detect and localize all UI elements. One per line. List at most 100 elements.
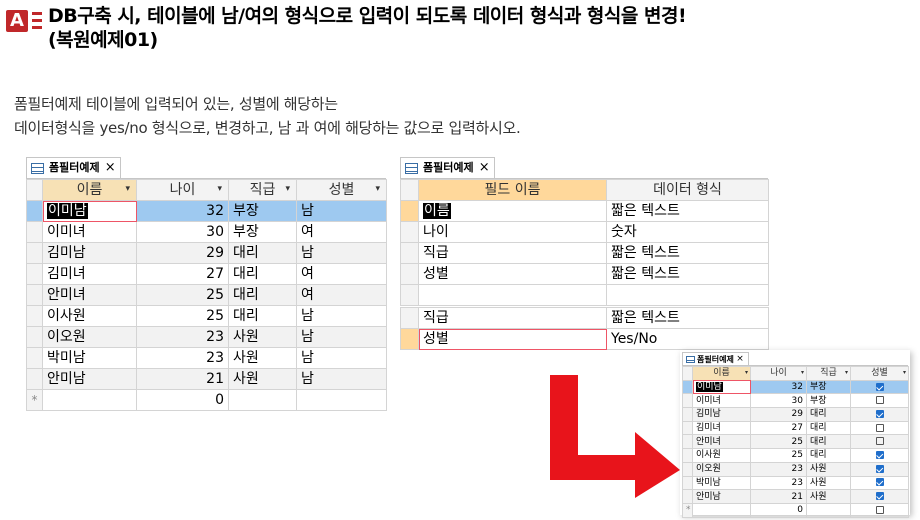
cell-rank[interactable]: 부장	[806, 379, 851, 395]
cell-rank[interactable]: 대리	[228, 305, 297, 327]
row-selector[interactable]	[400, 263, 419, 285]
field-name-cell[interactable]: 직급	[418, 307, 607, 329]
close-icon[interactable]: ×	[479, 158, 490, 178]
checkbox-checked-icon[interactable]	[875, 492, 884, 501]
cell-age[interactable]: 23	[750, 461, 807, 477]
checkbox-unchecked-icon[interactable]	[875, 505, 884, 514]
data-type-cell[interactable]: 숫자	[606, 221, 769, 243]
cell-rank[interactable]: 사원	[806, 461, 851, 477]
table-row[interactable]: 안미녀 25 대리	[682, 434, 909, 450]
cell-rank[interactable]: 대리	[228, 263, 297, 285]
cell-name[interactable]: 안미녀	[42, 284, 137, 306]
cell-age[interactable]: 21	[750, 489, 807, 504]
row-selector[interactable]	[400, 221, 419, 243]
cell-name[interactable]: 이미녀	[42, 221, 137, 243]
column-header-rank[interactable]: 직급 ▾	[228, 179, 297, 201]
cell-rank[interactable]: 대리	[228, 242, 297, 264]
table-row[interactable]: 이사원 25 대리 남	[26, 305, 387, 327]
cell-gender[interactable]	[296, 389, 387, 411]
cell-name[interactable]: 박미남	[692, 475, 751, 491]
cell-rank[interactable]	[806, 502, 851, 518]
field-row[interactable]: 성별 Yes/No	[400, 328, 769, 350]
table-row[interactable]: 이사원 25 대리	[682, 448, 909, 463]
cell-name[interactable]: 안미남	[692, 489, 751, 504]
cell-rank[interactable]: 사원	[806, 475, 851, 491]
cell-rank[interactable]: 대리	[806, 434, 851, 450]
data-type-cell[interactable]: Yes/No	[606, 328, 769, 350]
cell-gender[interactable]	[850, 407, 909, 422]
cell-rank[interactable]: 부장	[806, 393, 851, 409]
cell-age[interactable]: 25	[136, 305, 229, 327]
cell-rank[interactable]: 사원	[806, 489, 851, 504]
row-selector[interactable]	[400, 307, 419, 329]
field-row[interactable]: 성별 짧은 텍스트	[400, 263, 769, 285]
cell-age[interactable]: 27	[750, 420, 807, 436]
field-name-cell[interactable]: 나이	[418, 221, 607, 243]
data-type-cell[interactable]: 짧은 텍스트	[606, 263, 769, 285]
checkbox-checked-icon[interactable]	[875, 464, 884, 473]
checkbox-checked-icon[interactable]	[875, 382, 884, 391]
tab-formfilter-datasheet[interactable]: 폼필터예제 ×	[26, 157, 121, 179]
table-row[interactable]: 안미남 21 사원	[682, 489, 909, 504]
field-name-cell[interactable]: 직급	[418, 242, 607, 264]
cell-age[interactable]: 30	[750, 393, 807, 409]
column-header-rank[interactable]: 직급 ▾	[806, 366, 851, 381]
cell-age[interactable]: 29	[136, 242, 229, 264]
row-selector[interactable]	[400, 242, 419, 264]
cell-age[interactable]: 23	[136, 347, 229, 369]
cell-name[interactable]: 안미남	[42, 368, 137, 390]
cell-name[interactable]: 김미남	[692, 407, 751, 422]
cell-name[interactable]	[692, 502, 751, 518]
cell-name[interactable]: 안미녀	[692, 434, 751, 450]
cell-rank[interactable]	[228, 389, 297, 411]
table-row[interactable]: 이미남 32 부장 남	[26, 200, 387, 222]
table-row[interactable]: 박미남 23 사원 남	[26, 347, 387, 369]
cell-age[interactable]: 25	[750, 448, 807, 463]
cell-age[interactable]: 23	[750, 475, 807, 491]
row-selector[interactable]	[26, 221, 43, 243]
cell-gender[interactable]: 여	[296, 284, 387, 306]
cell-gender[interactable]	[850, 420, 909, 436]
table-row[interactable]: 김미남 29 대리 남	[26, 242, 387, 264]
data-type-cell[interactable]: 짧은 텍스트	[606, 307, 769, 329]
new-record-row[interactable]: * 0	[682, 502, 909, 518]
cell-name[interactable]: 이미남	[692, 379, 751, 395]
column-header-name[interactable]: 이름 ▾	[42, 179, 137, 201]
cell-gender[interactable]	[850, 434, 909, 450]
cell-age[interactable]: 25	[750, 434, 807, 450]
cell-name[interactable]: 이미남	[42, 200, 137, 222]
cell-age[interactable]: 30	[136, 221, 229, 243]
column-header-age[interactable]: 나이 ▾	[750, 366, 807, 381]
cell-age[interactable]: 21	[136, 368, 229, 390]
data-type-cell[interactable]: 짧은 텍스트	[606, 242, 769, 264]
checkbox-unchecked-icon[interactable]	[875, 437, 884, 446]
cell-rank[interactable]: 사원	[228, 347, 297, 369]
table-row[interactable]: 이오원 23 사원	[682, 461, 909, 477]
table-row[interactable]: 박미남 23 사원	[682, 475, 909, 491]
checkbox-unchecked-icon[interactable]	[875, 396, 884, 405]
row-selector[interactable]	[26, 326, 43, 348]
field-row[interactable]: 직급 짧은 텍스트	[400, 307, 769, 329]
row-selector[interactable]	[26, 242, 43, 264]
cell-age[interactable]: 27	[136, 263, 229, 285]
cell-gender[interactable]	[850, 393, 909, 409]
cell-age[interactable]: 0	[136, 389, 229, 411]
column-header-name[interactable]: 이름 ▾	[692, 366, 751, 381]
table-row[interactable]: 안미남 21 사원 남	[26, 368, 387, 390]
table-row[interactable]: 이오원 23 사원 남	[26, 326, 387, 348]
cell-gender[interactable]: 남	[296, 305, 387, 327]
table-row[interactable]: 김미남 29 대리	[682, 407, 909, 422]
cell-gender[interactable]: 여	[296, 263, 387, 285]
row-selector[interactable]	[400, 328, 419, 350]
table-row[interactable]: 김미녀 27 대리	[682, 420, 909, 436]
cell-rank[interactable]: 대리	[806, 407, 851, 422]
cell-name[interactable]: 김미남	[42, 242, 137, 264]
cell-gender[interactable]	[850, 379, 909, 395]
row-selector[interactable]	[26, 368, 43, 390]
cell-age[interactable]: 32	[750, 379, 807, 395]
cell-name[interactable]: 이사원	[42, 305, 137, 327]
new-record-row[interactable]: * 0	[26, 389, 387, 411]
table-row[interactable]: 이미남 32 부장	[682, 379, 909, 395]
cell-name[interactable]	[42, 389, 137, 411]
checkbox-checked-icon[interactable]	[875, 450, 884, 459]
